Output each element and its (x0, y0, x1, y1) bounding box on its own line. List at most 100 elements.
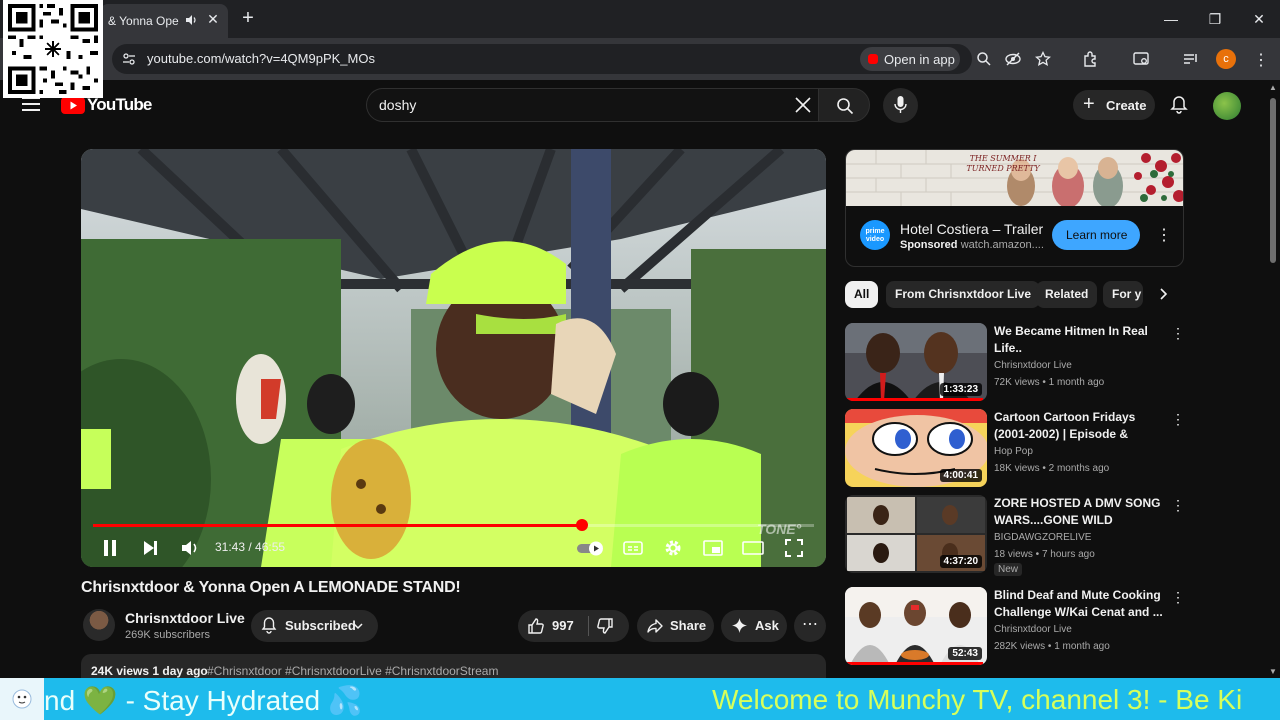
video-thumbnail[interactable]: 52:43 (845, 587, 987, 665)
time-display: 31:43 / 46:55 (215, 540, 286, 554)
recommended-video[interactable]: 4:37:20 ZORE HOSTED A DMV SONG WARS....G… (845, 495, 1185, 576)
video-thumbnail[interactable]: 1:33:23 (845, 323, 987, 401)
pause-icon[interactable] (99, 537, 121, 559)
recommended-channel[interactable]: Chrisnxtdoor Live (994, 360, 1072, 371)
ad-title[interactable]: Hotel Costiera – Trailer (900, 221, 1043, 237)
search-input[interactable]: doshy (366, 88, 818, 122)
learn-more-button[interactable]: Learn more (1052, 220, 1140, 250)
channel-avatar[interactable] (83, 609, 115, 641)
recommended-title[interactable]: We Became Hitmen In Real Life.. (994, 323, 1164, 357)
scrollbar-thumb[interactable] (1270, 98, 1276, 263)
ask-label: Ask (755, 618, 779, 633)
page-scrollbar[interactable]: ▲ ▼ (1266, 80, 1280, 678)
site-settings-icon[interactable] (122, 52, 136, 66)
description-hashtags[interactable]: #Chrisnxtdoor #ChrisnxtdoorLive #Chrisnx… (207, 664, 498, 678)
search-button[interactable] (818, 88, 870, 122)
progress-scrubber[interactable] (575, 519, 588, 531)
video-options-icon[interactable]: ⋮ (1171, 411, 1185, 427)
recommended-video[interactable]: 1:33:23 We Became Hitmen In Real Life.. … (845, 323, 1185, 403)
thumbs-up-icon[interactable] (527, 617, 545, 635)
menu-icon[interactable] (22, 97, 40, 111)
more-actions-icon[interactable]: ⋯ (794, 610, 826, 642)
recommended-video[interactable]: 52:43 Blind Deaf and Mute Cooking Challe… (845, 587, 1185, 667)
video-options-icon[interactable]: ⋮ (1171, 497, 1185, 513)
recommended-title[interactable]: Blind Deaf and Mute Cooking Challenge W/… (994, 587, 1164, 621)
youtube-logo-icon[interactable] (61, 97, 85, 114)
clear-search-icon[interactable] (794, 96, 812, 114)
thumbs-down-icon[interactable] (596, 617, 614, 635)
theater-mode-icon[interactable] (742, 537, 764, 559)
next-video-icon[interactable] (139, 537, 161, 559)
share-label: Share (670, 618, 707, 633)
video-player[interactable]: TONE° 31:43 / 46:55 (81, 149, 826, 567)
ticker-logo-icon (0, 678, 44, 720)
scroll-up-arrow-icon[interactable]: ▲ (1269, 84, 1277, 92)
recommended-title[interactable]: Cartoon Cartoon Fridays (2001-2002) | Ep… (994, 409, 1164, 443)
progress-bar[interactable] (93, 524, 814, 527)
profile-avatar[interactable]: c (1216, 49, 1236, 69)
recommended-title[interactable]: ZORE HOSTED A DMV SONG WARS....GONE WILD (994, 495, 1164, 529)
new-tab-button[interactable]: + (238, 8, 258, 28)
ad-options-icon[interactable]: ⋮ (1156, 225, 1172, 244)
video-options-icon[interactable]: ⋮ (1171, 325, 1185, 341)
address-bar[interactable]: youtube.com/watch?v=4QM9pPK_MOs Open in … (112, 44, 1051, 74)
recommended-meta: 18K views • 2 months ago (994, 463, 1110, 474)
tab-title: & Yonna Ope (108, 14, 179, 28)
recommended-channel[interactable]: Hop Pop (994, 446, 1033, 457)
recommended-channel[interactable]: Chrisnxtdoor Live (994, 624, 1072, 635)
recommended-meta: 282K views • 1 month ago (994, 641, 1110, 652)
miniplayer-icon[interactable] (702, 537, 724, 559)
chip-all[interactable]: All (845, 281, 879, 308)
autoplay-toggle-icon[interactable] (575, 537, 605, 559)
video-duration: 4:37:20 (939, 555, 982, 568)
media-controls-icon[interactable] (1182, 50, 1200, 68)
chrome-menu-icon[interactable]: ⋮ (1252, 50, 1270, 69)
speaker-icon[interactable] (184, 13, 198, 27)
share-arrow-icon (647, 619, 663, 633)
cast-tab-search-icon[interactable] (1132, 50, 1150, 68)
progress-bar-played (93, 524, 582, 527)
account-avatar[interactable] (1213, 92, 1241, 120)
scroll-down-arrow-icon[interactable]: ▼ (1269, 668, 1277, 676)
share-button[interactable]: Share (637, 610, 714, 642)
create-button[interactable]: + Create (1073, 90, 1155, 120)
minimize-button[interactable]: — (1159, 8, 1183, 30)
video-options-icon[interactable]: ⋮ (1171, 589, 1185, 605)
sponsored-ad-card[interactable]: THE SUMMER I TURNED PRETTY prime video H… (845, 149, 1184, 267)
browser-tab-active[interactable]: & Yonna Ope ✕ (100, 4, 228, 38)
voice-search-button[interactable] (883, 88, 918, 123)
chip-from-channel[interactable]: From Chrisnxtdoor Live (886, 281, 1041, 308)
tracking-protection-icon[interactable] (1005, 51, 1021, 67)
maximize-button[interactable]: ❐ (1203, 8, 1227, 30)
search-query[interactable]: doshy (379, 97, 416, 113)
recommended-channel[interactable]: BIGDAWGZORELIVE (994, 532, 1091, 543)
recommended-meta: 72K views • 1 month ago (994, 377, 1105, 388)
zoom-icon[interactable] (976, 51, 992, 67)
subscribed-button[interactable]: Subscribed (251, 610, 378, 642)
chip-related[interactable]: Related (1036, 281, 1098, 308)
recommended-meta: 18 views • 7 hours ago (994, 549, 1095, 560)
video-thumbnail[interactable]: 4:00:41 (845, 409, 987, 487)
like-count[interactable]: 997 (552, 618, 574, 633)
captions-icon[interactable] (622, 537, 644, 559)
settings-gear-icon[interactable] (662, 537, 684, 559)
youtube-wordmark[interactable]: YouTube (87, 95, 152, 115)
browser-tab-strip: & Yonna Ope ✕ + — ❐ ✕ (0, 0, 1280, 38)
search-icon (837, 98, 854, 115)
ask-button[interactable]: Ask (721, 610, 787, 642)
fullscreen-icon[interactable] (783, 537, 805, 559)
open-in-app-button[interactable]: Open in app (860, 47, 960, 71)
bookmark-star-icon[interactable] (1035, 51, 1051, 67)
extensions-icon[interactable] (1082, 50, 1100, 68)
window-close-button[interactable]: ✕ (1247, 8, 1271, 30)
url-text[interactable]: youtube.com/watch?v=4QM9pPK_MOs (147, 51, 375, 66)
learn-more-label: Learn more (1066, 228, 1128, 242)
channel-name[interactable]: Chrisnxtdoor Live (125, 610, 245, 626)
recommended-video[interactable]: 4:00:41 Cartoon Cartoon Fridays (2001-20… (845, 409, 1185, 489)
volume-icon[interactable] (179, 537, 201, 559)
tab-close-icon[interactable]: ✕ (204, 10, 222, 28)
chevron-right-icon[interactable] (1156, 286, 1172, 302)
notifications-bell-icon[interactable] (1169, 95, 1189, 115)
video-thumbnail[interactable]: 4:37:20 (845, 495, 987, 573)
chip-for-you[interactable]: For y (1103, 281, 1143, 308)
